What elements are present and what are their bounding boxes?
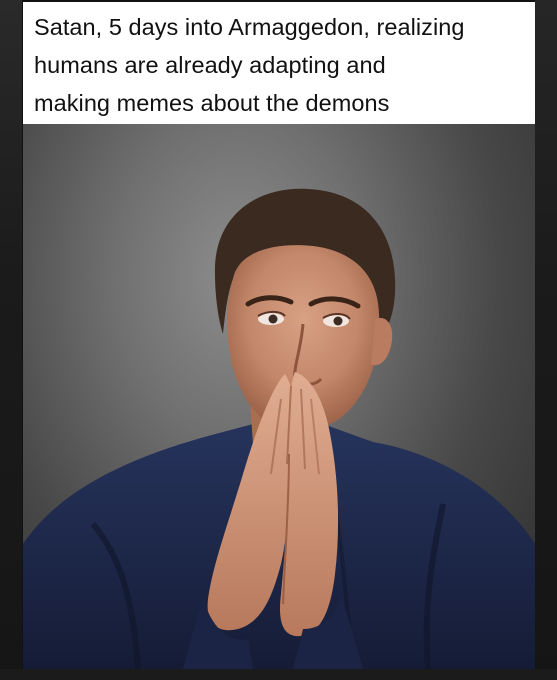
caption-line-3: making memes about the demons [34,90,390,116]
right-frame [535,0,557,680]
bottom-frame [0,669,557,680]
left-frame [0,0,22,680]
meme-caption: Satan, 5 days into Armaggedon, realizing… [23,2,535,124]
caption-line-1: Satan, 5 days into Armaggedon, realizing [34,14,465,40]
caption-line-2: humans are already adapting and [34,52,386,78]
man-praying-hands-illustration [23,188,535,669]
meme-page: Satan, 5 days into Armaggedon, realizing… [0,0,557,680]
meme-photo [23,124,535,669]
